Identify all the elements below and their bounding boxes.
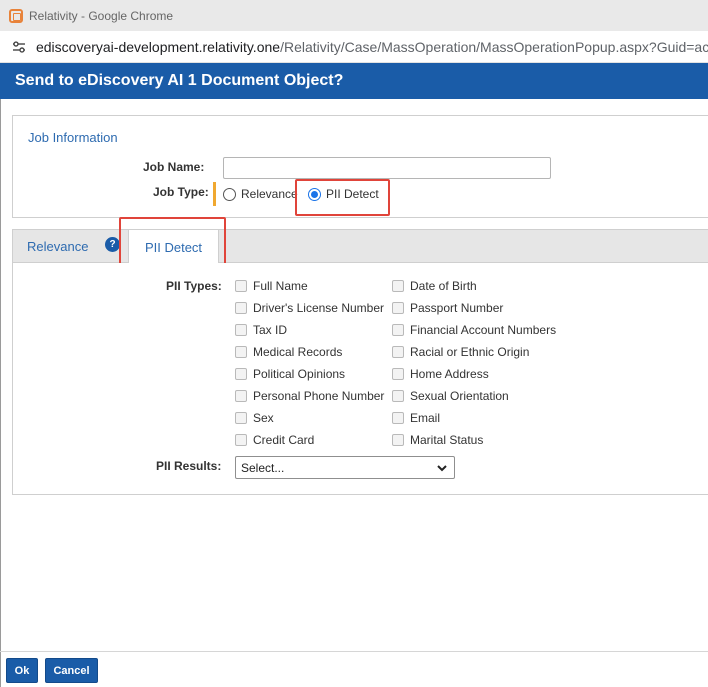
checkbox-box[interactable] bbox=[235, 280, 247, 292]
checkbox-label: Financial Account Numbers bbox=[410, 323, 557, 337]
url-path: /Relativity/Case/MassOperation/MassOpera… bbox=[280, 38, 708, 55]
checkbox-label: Driver's License Number bbox=[253, 301, 384, 315]
tab-strip: Relevance ? PII Detect bbox=[12, 229, 708, 264]
url-host: ediscoveryai-development.relativity.one bbox=[35, 38, 281, 55]
section-title-job-information: Job Information bbox=[28, 130, 118, 145]
checkbox-label: Sexual Orientation bbox=[410, 389, 509, 403]
checkbox-box[interactable] bbox=[235, 324, 247, 336]
checkbox-full-name[interactable]: Full Name bbox=[235, 279, 308, 293]
checkbox-email[interactable]: Email bbox=[392, 411, 440, 425]
checkbox-box[interactable] bbox=[235, 346, 247, 358]
pii-results-label: PII Results: bbox=[156, 459, 222, 473]
checkbox-box[interactable] bbox=[235, 390, 247, 402]
tab-relevance[interactable]: Relevance bbox=[27, 230, 88, 263]
site-settings-icon[interactable] bbox=[12, 40, 26, 54]
checkbox-label: Tax ID bbox=[253, 323, 288, 337]
checkbox-marital-status[interactable]: Marital Status bbox=[392, 433, 483, 447]
checkbox-box[interactable] bbox=[392, 280, 404, 292]
checkbox-box[interactable] bbox=[392, 302, 404, 314]
checkbox-tax-id[interactable]: Tax ID bbox=[235, 323, 287, 337]
checkbox-racial-ethnic-origin[interactable]: Racial or Ethnic Origin bbox=[392, 345, 529, 359]
checkbox-box[interactable] bbox=[392, 368, 404, 380]
pii-types-label: PII Types: bbox=[166, 279, 222, 293]
help-icon[interactable]: ? bbox=[105, 237, 120, 252]
checkbox-box[interactable] bbox=[392, 346, 404, 358]
checkbox-label: Sex bbox=[253, 411, 274, 425]
highlight-box-pii-detect-tab bbox=[119, 217, 226, 268]
job-name-label: Job Name: bbox=[143, 160, 205, 174]
checkbox-date-of-birth[interactable]: Date of Birth bbox=[392, 279, 477, 293]
chevron-down-icon bbox=[437, 465, 447, 472]
checkbox-political-opinions[interactable]: Political Opinions bbox=[235, 367, 345, 381]
checkbox-label: Full Name bbox=[253, 279, 308, 293]
checkbox-label: Marital Status bbox=[410, 433, 484, 447]
checkbox-credit-card[interactable]: Credit Card bbox=[235, 433, 314, 447]
checkbox-sex[interactable]: Sex bbox=[235, 411, 274, 425]
radio-label-relevance: Relevance bbox=[241, 187, 298, 201]
pii-detect-panel: PII Types: Full Name Driver's License Nu… bbox=[12, 263, 708, 495]
checkbox-personal-phone-number[interactable]: Personal Phone Number bbox=[235, 389, 384, 403]
left-border bbox=[0, 99, 1, 687]
checkbox-box[interactable] bbox=[392, 324, 404, 336]
checkbox-label: Home Address bbox=[410, 367, 489, 381]
job-name-input[interactable] bbox=[223, 157, 551, 179]
cancel-button[interactable]: Cancel bbox=[45, 658, 98, 683]
url-text[interactable]: ediscoveryai-development.relativity.one/… bbox=[36, 39, 708, 55]
checkbox-box[interactable] bbox=[392, 390, 404, 402]
radio-relevance[interactable]: Relevance bbox=[223, 187, 298, 201]
checkbox-label: Personal Phone Number bbox=[253, 389, 385, 403]
checkbox-drivers-license[interactable]: Driver's License Number bbox=[235, 301, 384, 315]
footer-divider bbox=[0, 651, 708, 652]
checkbox-passport-number[interactable]: Passport Number bbox=[392, 301, 503, 315]
checkbox-label: Passport Number bbox=[410, 301, 504, 315]
checkbox-box[interactable] bbox=[235, 302, 247, 314]
radio-button-relevance[interactable] bbox=[223, 187, 236, 201]
checkbox-label: Credit Card bbox=[253, 433, 315, 447]
pii-results-selected-value: Select... bbox=[241, 460, 285, 475]
browser-title-bar: Relativity - Google Chrome bbox=[0, 0, 708, 31]
window-title: Relativity - Google Chrome bbox=[29, 8, 174, 23]
checkbox-box[interactable] bbox=[235, 368, 247, 380]
required-indicator bbox=[213, 182, 216, 206]
checkbox-label: Racial or Ethnic Origin bbox=[410, 345, 530, 359]
checkbox-label: Email bbox=[410, 411, 441, 425]
checkbox-box[interactable] bbox=[392, 434, 404, 446]
relativity-app-icon bbox=[9, 8, 23, 23]
address-bar[interactable]: ediscoveryai-development.relativity.one/… bbox=[0, 31, 708, 63]
checkbox-label: Date of Birth bbox=[410, 279, 477, 293]
checkbox-box[interactable] bbox=[235, 434, 247, 446]
checkbox-box[interactable] bbox=[235, 412, 247, 424]
checkbox-label: Political Opinions bbox=[253, 367, 346, 381]
checkbox-medical-records[interactable]: Medical Records bbox=[235, 345, 342, 359]
checkbox-financial-account-numbers[interactable]: Financial Account Numbers bbox=[392, 323, 556, 337]
dialog-title: Send to eDiscovery AI 1 Document Object? bbox=[0, 63, 708, 99]
checkbox-sexual-orientation[interactable]: Sexual Orientation bbox=[392, 389, 509, 403]
pii-results-select[interactable]: Select... bbox=[235, 456, 455, 479]
job-type-label: Job Type: bbox=[153, 185, 209, 199]
highlight-box-pii-detect-radio bbox=[295, 179, 390, 216]
job-information-panel: Job Information Job Name: Job Type: Rele… bbox=[12, 115, 708, 218]
ok-button[interactable]: Ok bbox=[6, 658, 38, 683]
checkbox-box[interactable] bbox=[392, 412, 404, 424]
checkbox-home-address[interactable]: Home Address bbox=[392, 367, 489, 381]
checkbox-label: Medical Records bbox=[253, 345, 343, 359]
